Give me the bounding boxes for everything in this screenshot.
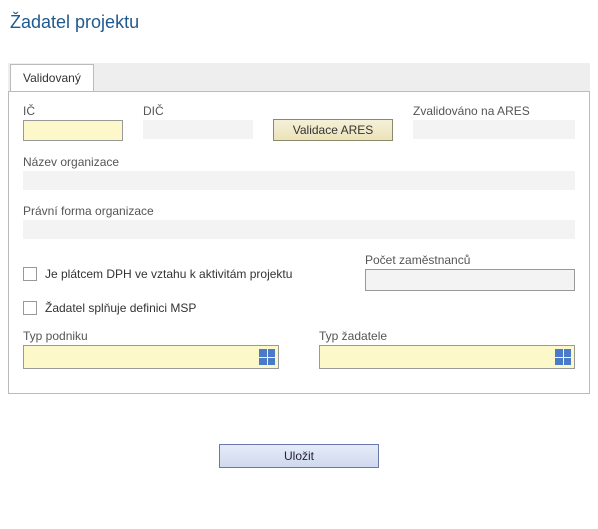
- ic-input[interactable]: [23, 120, 123, 141]
- ic-label: IČ: [23, 104, 123, 118]
- company-type-picker[interactable]: [23, 345, 279, 369]
- grid-picker-icon[interactable]: [555, 349, 571, 365]
- dic-value: [143, 120, 253, 139]
- msp-label: Žadatel splňuje definici MSP: [45, 301, 196, 315]
- dic-label: DIČ: [143, 104, 253, 118]
- company-type-label: Typ podniku: [23, 329, 279, 343]
- employees-label: Počet zaměstnanců: [365, 253, 575, 267]
- tab-bar: Validovaný: [8, 63, 590, 91]
- validated-ares-value: [413, 120, 575, 139]
- grid-picker-icon[interactable]: [259, 349, 275, 365]
- vat-payer-checkbox[interactable]: [23, 267, 37, 281]
- legal-form-label: Právní forma organizace: [23, 204, 575, 218]
- applicant-type-label: Typ žadatele: [319, 329, 575, 343]
- employees-value: [365, 269, 575, 291]
- form-panel: IČ DIČ Validace ARES Zvalidováno na ARES…: [8, 91, 590, 394]
- save-button[interactable]: Uložit: [219, 444, 379, 468]
- legal-form-value: [23, 220, 575, 239]
- vat-payer-label: Je plátcem DPH ve vztahu k aktivitám pro…: [45, 267, 292, 281]
- org-name-value: [23, 171, 575, 190]
- action-bar: Uložit: [8, 444, 590, 468]
- validate-ares-button[interactable]: Validace ARES: [273, 119, 393, 141]
- page-title: Žadatel projektu: [10, 12, 590, 33]
- msp-checkbox[interactable]: [23, 301, 37, 315]
- org-name-label: Název organizace: [23, 155, 575, 169]
- validated-ares-label: Zvalidováno na ARES: [413, 104, 575, 118]
- tab-validated[interactable]: Validovaný: [10, 64, 94, 91]
- applicant-type-picker[interactable]: [319, 345, 575, 369]
